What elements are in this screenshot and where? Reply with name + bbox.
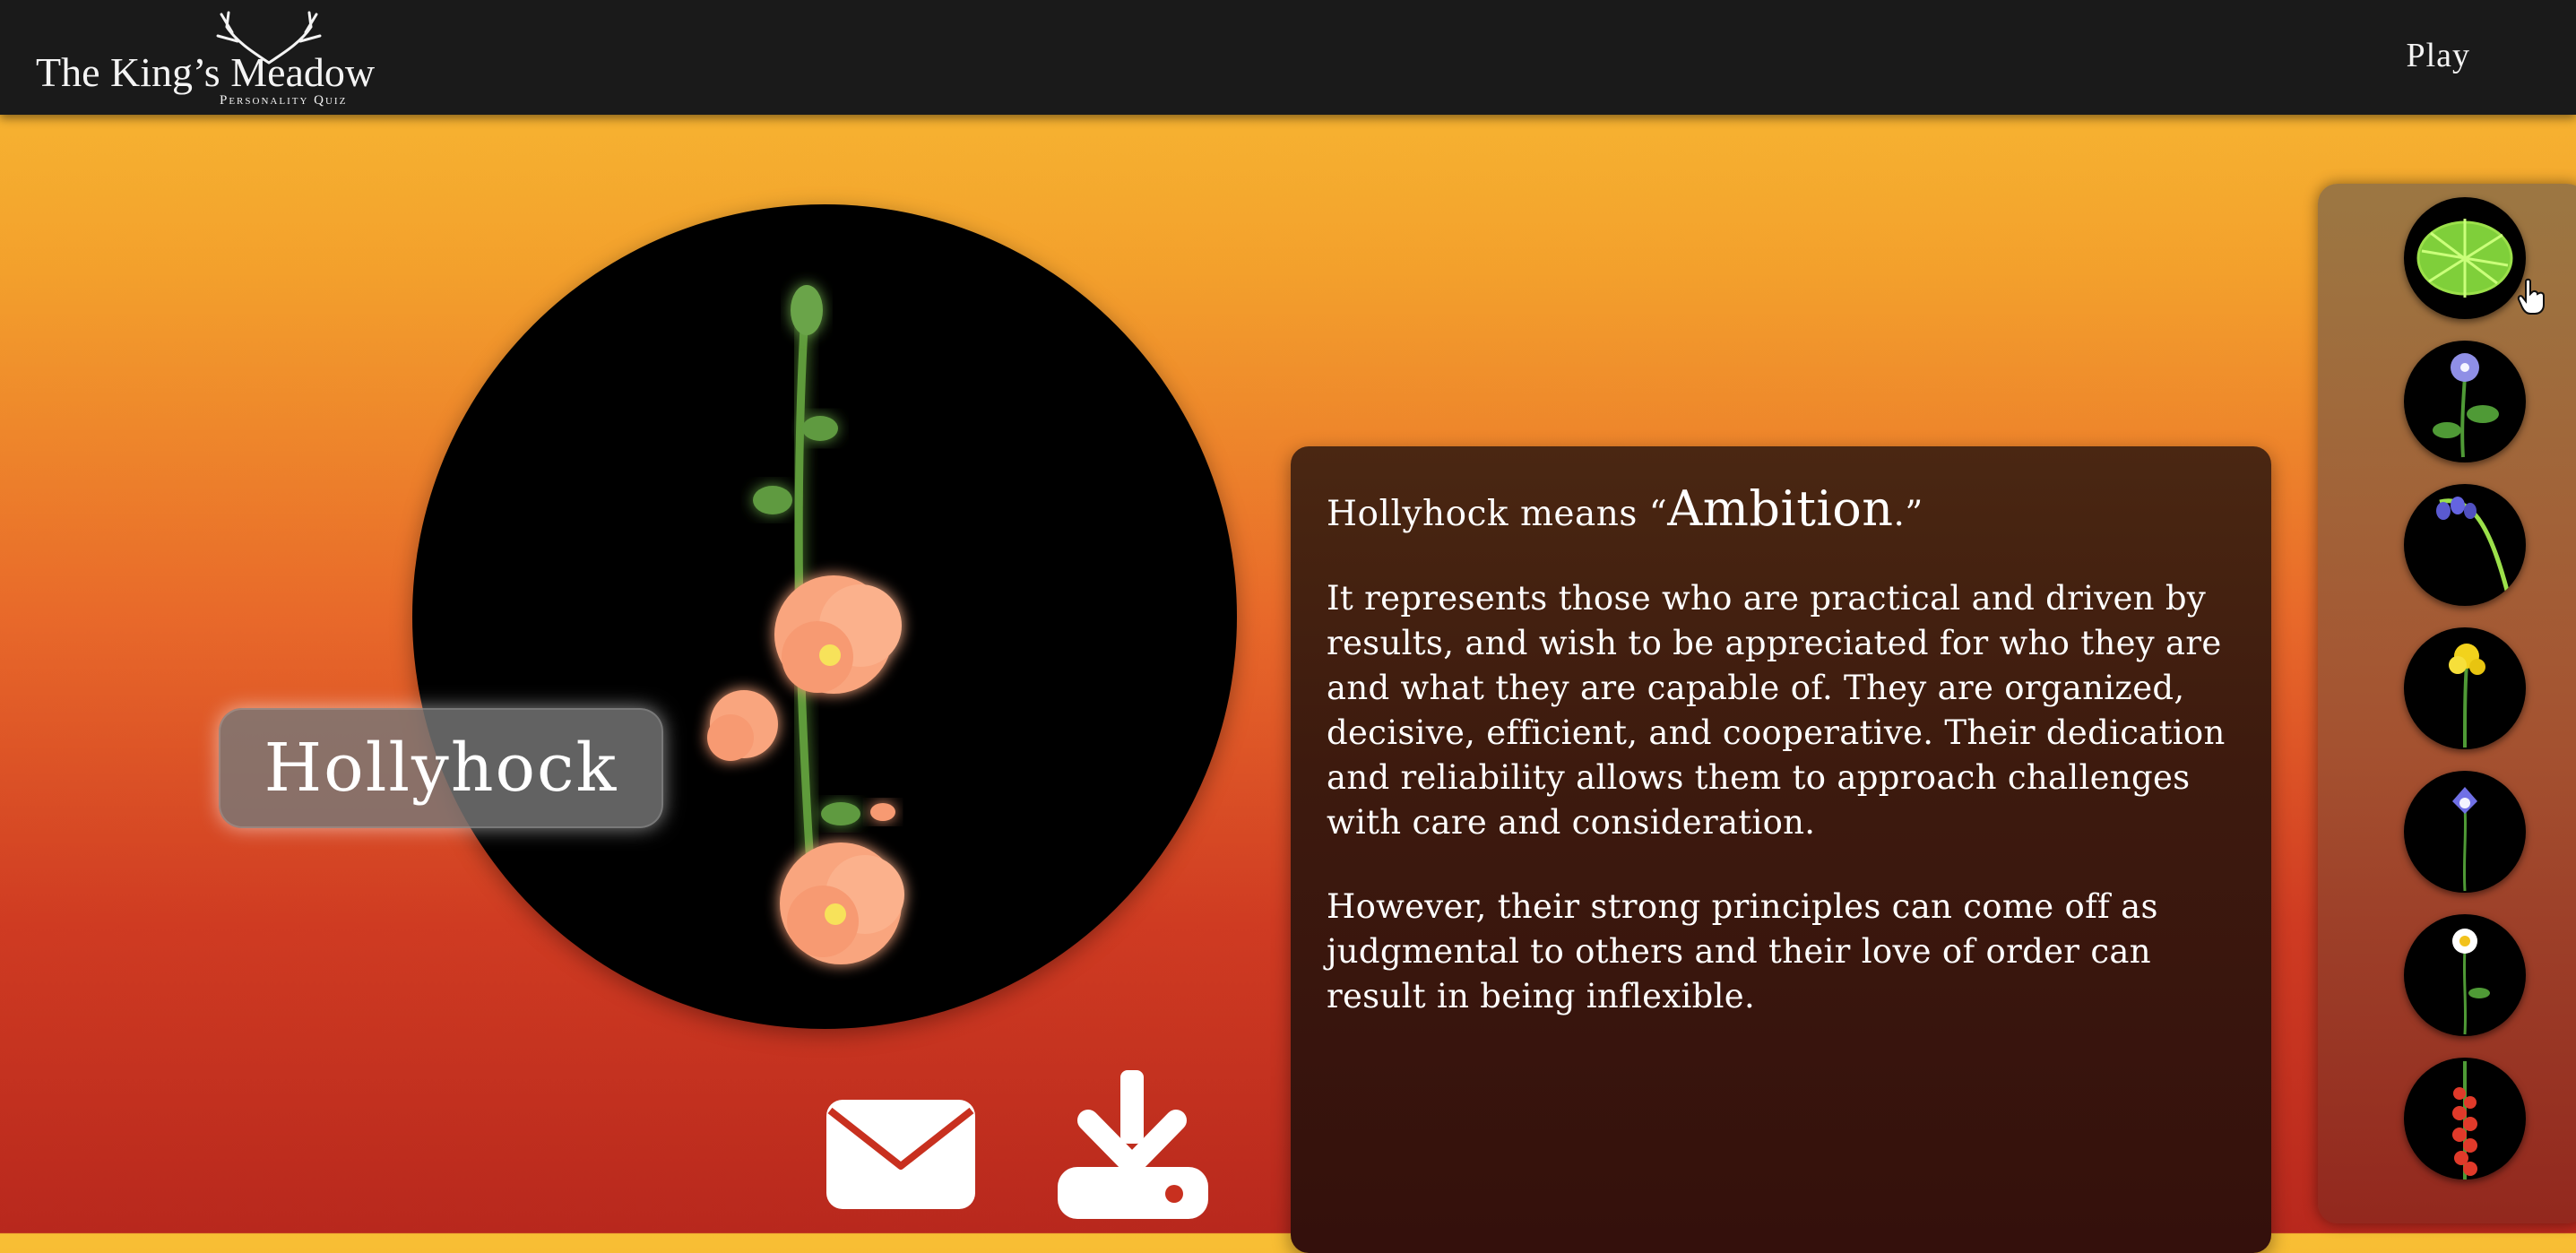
daisy-icon <box>2452 929 2490 1035</box>
flower-illustration <box>412 204 1237 1029</box>
bluebell-icon <box>2436 497 2512 601</box>
thumbnail-violet[interactable] <box>2404 341 2526 462</box>
thumbnail-red-spike-flower[interactable] <box>2404 1058 2526 1180</box>
envelope-icon[interactable] <box>825 1098 977 1211</box>
meaning-heading-prefix: Hollyhock means “ <box>1327 494 1668 534</box>
flower-thumbnail-sidebar <box>2318 184 2576 1223</box>
hand-pointer-icon <box>2517 278 2545 315</box>
meaning-heading-suffix: .” <box>1893 494 1923 534</box>
thumbnail-bluebell[interactable] <box>2404 484 2526 606</box>
flower-name: Hollyhock <box>264 730 618 807</box>
thumbnail-daisy[interactable] <box>2404 914 2526 1036</box>
violet-icon <box>2433 353 2499 458</box>
fern-icon <box>2416 219 2513 298</box>
flower-name-badge: Hollyhock <box>219 708 663 828</box>
yellow-flower-icon <box>2449 644 2485 748</box>
meaning-heading: Hollyhock means “Ambition.” <box>1327 480 2235 537</box>
play-link[interactable]: Play <box>2406 36 2470 75</box>
thumbnail-yellow-flower[interactable] <box>2404 627 2526 749</box>
download-icon[interactable] <box>1056 1067 1210 1221</box>
logo-title: The King’s Meadow <box>36 49 376 95</box>
description-panel: Hollyhock means “Ambition.” It represent… <box>1291 446 2271 1253</box>
top-navigation-bar: The King’s Meadow Personality Quiz Play <box>0 0 2576 115</box>
red-spike-flower-icon <box>2452 1061 2477 1180</box>
meaning-word: Ambition <box>1667 480 1894 537</box>
hollyhock-icon <box>707 285 904 964</box>
thumbnail-fern[interactable] <box>2404 197 2526 319</box>
description-paragraph: It represents those who are practical an… <box>1327 579 2226 842</box>
thumbnail-columbine[interactable] <box>2404 771 2526 893</box>
description-paragraph: However, their strong principles can com… <box>1327 887 2158 1015</box>
logo-subtitle: Personality Quiz <box>220 93 348 108</box>
columbine-icon <box>2452 787 2477 892</box>
site-logo[interactable]: The King’s Meadow Personality Quiz <box>36 9 430 108</box>
